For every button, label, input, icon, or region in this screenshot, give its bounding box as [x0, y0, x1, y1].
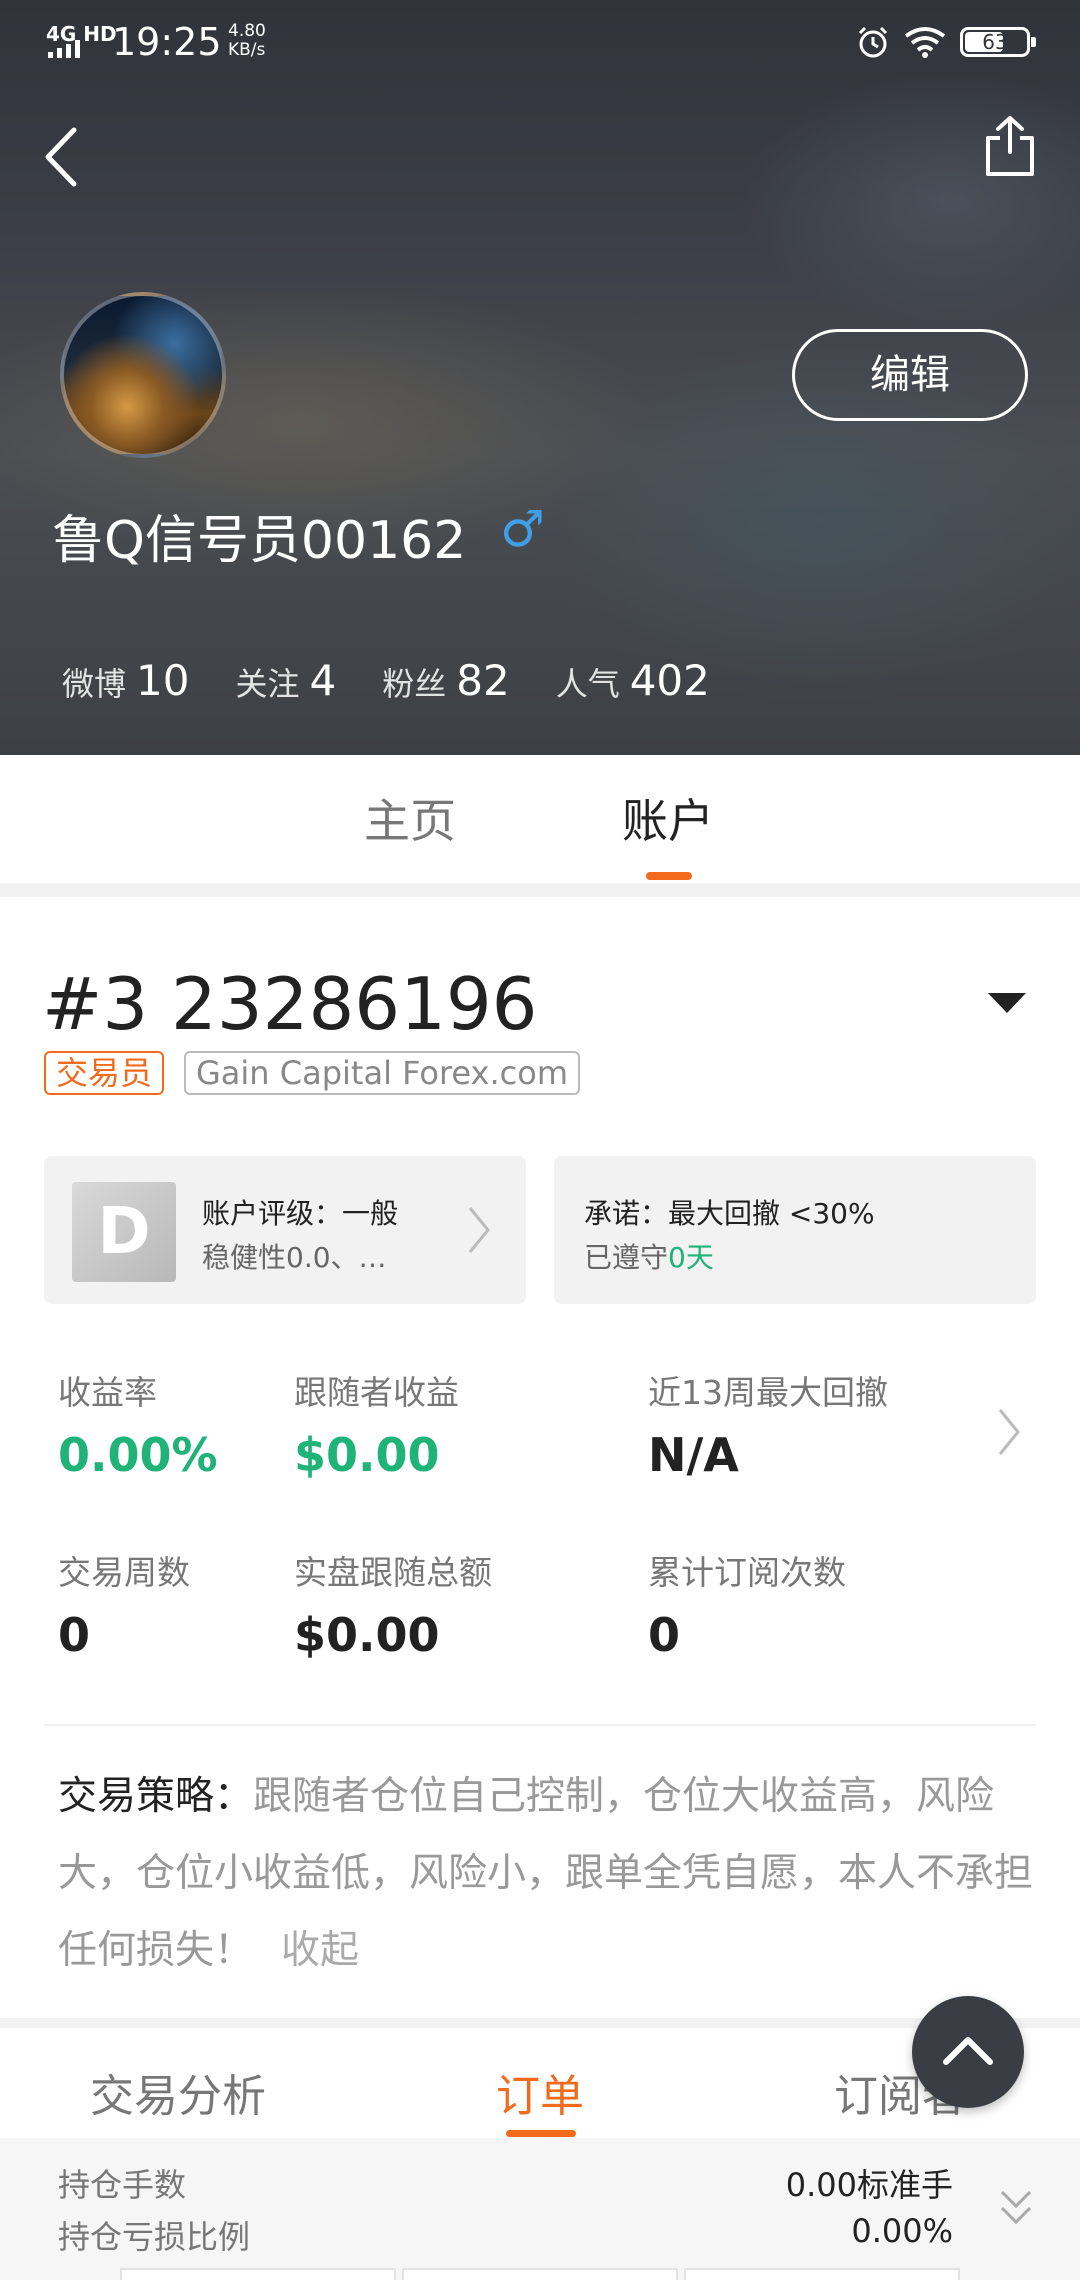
stat-popularity: 人气 402: [556, 656, 710, 705]
stat-followers[interactable]: 粉丝 82: [382, 656, 509, 705]
metric-label: 跟随者收益: [294, 1373, 459, 1412]
stat-label: 人气: [555, 665, 620, 703]
back-arrow-icon[interactable]: [38, 122, 88, 192]
stat-value: 402: [629, 656, 710, 705]
metric-value: 0: [58, 1608, 91, 1662]
profile-tabs: 主页 账户: [0, 755, 1080, 883]
alarm-icon: [858, 26, 888, 58]
promise-title: 承诺：最大回撤 <30%: [584, 1197, 875, 1230]
metric-label: 交易周数: [58, 1553, 190, 1592]
active-subtab-indicator: [506, 2130, 576, 2137]
rating-detail: 稳健性0.0、…: [202, 1241, 387, 1274]
battery-level: 63: [982, 30, 1008, 54]
signal-icon: [48, 40, 80, 58]
collapse-link[interactable]: 收起: [281, 1928, 359, 1973]
network-speed: 4.80 KB/s: [228, 22, 266, 60]
promise-days: 0天: [668, 1241, 714, 1274]
stat-weibo[interactable]: 微博 10: [62, 656, 189, 705]
summary-label: 持仓亏损比例: [58, 2218, 251, 2256]
battery-icon: 63: [960, 27, 1036, 57]
scroll-to-top-button[interactable]: [912, 1996, 1024, 2108]
network-speed-value: 4.80: [228, 21, 266, 41]
summary-label: 持仓手数: [58, 2166, 187, 2204]
stat-label: 微博: [62, 665, 127, 703]
tab-home[interactable]: 主页: [364, 785, 456, 851]
metric-trading-weeks: 交易周数 0: [58, 1546, 190, 1662]
metric-label: 收益率: [58, 1373, 157, 1412]
profile-stats: 微博 10 关注 4 粉丝 82 人气 402: [62, 656, 756, 705]
trading-strategy: 交易策略：跟随者仓位自己控制，仓位大收益高，风险大，仓位小收益低，风险小，跟单全…: [58, 1758, 1038, 1989]
broker-tag: Gain Capital Forex.com: [184, 1051, 580, 1095]
status-bar: 4G HD 19:25 4.80 KB/s 63: [0, 0, 1080, 84]
metric-value: 0.00%: [58, 1428, 218, 1482]
role-tag: 交易员: [44, 1051, 165, 1095]
summary-row: 持仓亏损比例 0.00%: [58, 2212, 953, 2258]
account-number: #3 23286196: [42, 962, 538, 1046]
metric-value: 0: [648, 1608, 681, 1662]
metric-label: 实盘跟随总额: [294, 1553, 492, 1592]
tab-account[interactable]: 账户: [622, 785, 714, 851]
table-header-partial: [120, 2268, 960, 2280]
avatar[interactable]: [60, 292, 226, 458]
promise-status-prefix: 已遵守: [584, 1241, 669, 1274]
metric-subscription-count: 累计订阅次数 0: [648, 1546, 846, 1662]
subtab-orders[interactable]: 订单: [496, 2060, 584, 2124]
chevron-right-icon: [468, 1207, 490, 1253]
expand-down-icon[interactable]: [996, 2186, 1036, 2232]
metric-max-drawdown[interactable]: 近13周最大回撤 N/A: [648, 1366, 888, 1482]
metric-return-rate: 收益率 0.00%: [58, 1366, 218, 1482]
section-divider: [0, 883, 1080, 897]
divider: [44, 1724, 1036, 1726]
metric-value: $0.00: [294, 1608, 440, 1662]
metric-follow-total: 实盘跟随总额 $0.00: [294, 1546, 492, 1662]
stat-value: 10: [136, 656, 190, 705]
summary-value: 0.00标准手: [785, 2166, 953, 2204]
promise-card: 承诺：最大回撤 <30% 已遵守0天: [554, 1156, 1036, 1304]
metric-value: $0.00: [294, 1428, 440, 1482]
stat-label: 关注: [235, 665, 300, 703]
grade-badge: D: [72, 1182, 176, 1282]
chevron-right-icon[interactable]: [994, 1402, 1024, 1462]
username: 鲁Q信号员00162: [52, 511, 467, 571]
metric-value: N/A: [648, 1428, 739, 1482]
dropdown-triangle-icon[interactable]: [988, 993, 1026, 1013]
summary-value: 0.00%: [851, 2212, 953, 2250]
rating-title: 账户评级：一般: [202, 1197, 399, 1230]
strategy-label: 交易策略：: [58, 1774, 254, 1819]
male-gender-icon: ♂: [500, 500, 545, 558]
metric-label: 累计订阅次数: [648, 1553, 846, 1592]
stat-following[interactable]: 关注 4: [235, 656, 336, 705]
share-icon[interactable]: [980, 112, 1040, 182]
summary-row: 持仓手数 0.00标准手: [58, 2160, 953, 2206]
status-time: 19:25: [112, 20, 222, 64]
chevron-up-icon: [943, 2037, 993, 2065]
account-rating-card[interactable]: D 账户评级：一般 稳健性0.0、…: [44, 1156, 526, 1304]
stat-label: 粉丝: [382, 665, 447, 703]
promise-status: 已遵守0天: [584, 1236, 714, 1276]
stat-value: 4: [309, 656, 337, 705]
active-tab-indicator: [646, 872, 692, 880]
position-summary: 持仓手数 0.00标准手 持仓亏损比例 0.00%: [0, 2138, 1080, 2280]
network-speed-unit: KB/s: [228, 40, 266, 60]
stat-value: 82: [456, 656, 510, 705]
metric-follower-profit: 跟随者收益 $0.00: [294, 1366, 459, 1482]
metric-label: 近13周最大回撤: [648, 1373, 888, 1412]
edit-profile-button[interactable]: 编辑: [792, 329, 1028, 421]
subtab-trade-analysis[interactable]: 交易分析: [90, 2060, 266, 2124]
wifi-icon: [904, 27, 946, 58]
